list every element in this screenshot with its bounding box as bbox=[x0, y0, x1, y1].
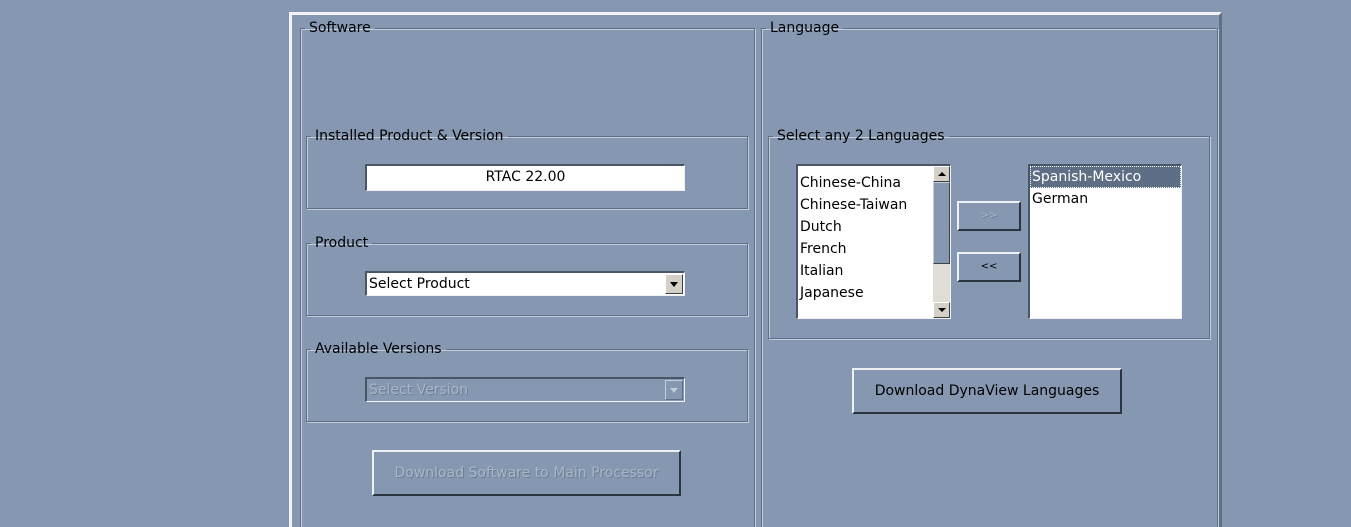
list-item[interactable]: Dutch bbox=[798, 216, 950, 238]
scroll-up-icon[interactable] bbox=[933, 166, 950, 182]
download-languages-button[interactable]: Download DynaView Languages bbox=[852, 368, 1122, 414]
available-languages-scrollbar[interactable] bbox=[933, 166, 950, 318]
product-group-title: Product bbox=[315, 235, 369, 251]
language-group-title: Language bbox=[770, 20, 840, 36]
page: Software Installed Product & Version RTA… bbox=[0, 0, 1351, 527]
product-select[interactable]: Select Product bbox=[365, 271, 685, 296]
top-strip bbox=[0, 0, 1351, 8]
add-language-button[interactable]: >> bbox=[957, 201, 1021, 231]
available-versions-title: Available Versions bbox=[315, 341, 442, 357]
installed-version-field: RTAC 22.00 bbox=[365, 164, 685, 191]
list-item[interactable]: Chinese-Taiwan bbox=[798, 194, 950, 216]
list-item[interactable]: Japanese bbox=[798, 282, 950, 304]
software-group-title: Software bbox=[309, 20, 371, 36]
download-software-button[interactable]: Download Software to Main Processor bbox=[372, 450, 681, 496]
dropdown-arrow-icon[interactable] bbox=[665, 380, 683, 400]
list-item[interactable]: Chinese-China bbox=[798, 172, 950, 194]
dropdown-arrow-icon[interactable] bbox=[665, 274, 683, 294]
installed-product-title: Installed Product & Version bbox=[315, 128, 504, 144]
selected-languages-list[interactable]: Spanish-Mexico German bbox=[1028, 164, 1182, 319]
scrollbar-thumb[interactable] bbox=[933, 182, 950, 264]
list-item[interactable]: Italian bbox=[798, 260, 950, 282]
settings-panel: Software Installed Product & Version RTA… bbox=[289, 12, 1222, 527]
list-item[interactable]: French bbox=[798, 238, 950, 260]
select-languages-title: Select any 2 Languages bbox=[777, 128, 945, 144]
list-item[interactable]: German bbox=[1030, 188, 1181, 210]
scroll-down-icon[interactable] bbox=[933, 302, 950, 318]
version-select-value: Select Version bbox=[369, 382, 469, 398]
remove-language-button[interactable]: << bbox=[957, 252, 1021, 282]
list-item[interactable]: Spanish-Mexico bbox=[1030, 166, 1181, 188]
version-select[interactable]: Select Version bbox=[365, 377, 685, 402]
product-select-value: Select Product bbox=[369, 276, 470, 292]
available-languages-list[interactable]: Chinese-China Chinese-Taiwan Dutch Frenc… bbox=[796, 164, 951, 319]
